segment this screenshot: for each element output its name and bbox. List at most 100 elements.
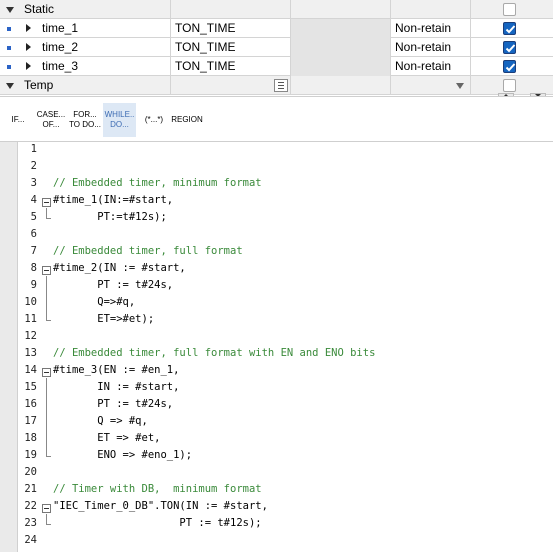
line-number: 23 — [24, 517, 37, 529]
variable-name[interactable]: time_2 — [42, 38, 167, 57]
variable-type[interactable]: TON_TIME — [175, 57, 287, 76]
code-line[interactable]: 9 PT := t#24s, — [18, 277, 553, 294]
scl-code-editor[interactable]: 1 2 3// Embedded timer, minimum format 4 #ti… — [0, 142, 553, 552]
line-number: 9 — [30, 279, 37, 291]
code-comment[interactable]: // Timer with DB, minimum format — [53, 481, 262, 498]
retain-checkbox-static[interactable] — [503, 3, 516, 16]
variable-retain[interactable]: Non-retain — [395, 57, 467, 76]
line-number: 16 — [24, 398, 37, 410]
line-number: 22 — [24, 500, 37, 512]
code-line[interactable]: 18 ET => #et, — [18, 430, 553, 447]
static-section-row[interactable]: Static — [0, 0, 553, 19]
line-number: 10 — [24, 296, 37, 308]
editor-gutter — [0, 142, 18, 552]
case-of-button[interactable]: CASE... OF... — [35, 103, 67, 137]
code-line[interactable]: 17 Q => #q, — [18, 413, 553, 430]
collapse-triangle-icon[interactable] — [6, 7, 14, 13]
code-line[interactable]: 16 PT := t#24s, — [18, 396, 553, 413]
code-text[interactable]: #time_1(IN:=#start, — [53, 192, 173, 209]
retain-checkbox-temp[interactable] — [503, 79, 516, 92]
code-text[interactable]: #time_3(EN := #en_1, — [53, 362, 179, 379]
code-text[interactable]: "IEC_Timer_0_DB".TON(IN := #start, — [53, 498, 268, 515]
comment-block-button[interactable]: (*...*) — [138, 103, 170, 137]
variable-default[interactable] — [291, 57, 390, 76]
code-line[interactable]: 11 ET=>#et); — [18, 311, 553, 328]
accessible-checkbox[interactable] — [503, 60, 516, 73]
code-comment[interactable]: // Embedded timer, minimum format — [53, 175, 262, 192]
code-line[interactable]: 8 #time_2(IN := #start, — [18, 260, 553, 277]
code-line[interactable]: 4 #time_1(IN:=#start, — [18, 192, 553, 209]
code-line[interactable]: 22 "IEC_Timer_0_DB".TON(IN := #start, — [18, 498, 553, 515]
code-text[interactable]: PT := t#12s); — [53, 515, 261, 532]
expand-triangle-icon[interactable] — [26, 24, 31, 32]
code-line[interactable]: 14 #time_3(EN := #en_1, — [18, 362, 553, 379]
line-number: 24 — [24, 534, 37, 546]
code-text[interactable]: ET => #et, — [53, 430, 160, 447]
table-row[interactable]: time_3 TON_TIME Non-retain — [0, 57, 553, 76]
code-text[interactable]: #time_2(IN := #start, — [53, 260, 186, 277]
section-label-temp: Temp — [24, 78, 54, 92]
line-number: 14 — [24, 364, 37, 376]
code-comment[interactable]: // Embedded timer, full format — [53, 243, 243, 260]
code-line[interactable]: 3 // Embedded timer, minimum format — [18, 175, 553, 192]
line-number: 21 — [24, 483, 37, 495]
code-text[interactable]: Q => #q, — [53, 413, 148, 430]
variable-default[interactable] — [291, 19, 390, 38]
line-number: 8 — [30, 262, 37, 274]
code-line[interactable]: 15 IN := #start, — [18, 379, 553, 396]
code-line[interactable]: 19 ENO => #eno_1); — [18, 447, 553, 464]
accessible-checkbox[interactable] — [503, 41, 516, 54]
code-line[interactable]: 21 // Timer with DB, minimum format — [18, 481, 553, 498]
code-comment[interactable]: // Embedded timer, full format with EN a… — [53, 345, 375, 362]
line-number: 4 — [30, 194, 37, 206]
line-number: 17 — [24, 415, 37, 427]
temp-section-row[interactable]: Temp — [0, 76, 553, 95]
code-line[interactable]: 1 — [18, 141, 553, 158]
line-number: 3 — [30, 177, 37, 189]
code-line[interactable]: 23 PT := t#12s); — [18, 515, 553, 532]
code-text[interactable]: IN := #start, — [53, 379, 179, 396]
table-row[interactable]: time_2 TON_TIME Non-retain — [0, 38, 553, 57]
code-line[interactable]: 10 Q=>#q, — [18, 294, 553, 311]
code-line[interactable]: 12 — [18, 328, 553, 345]
code-text[interactable]: PT:=t#12s); — [53, 209, 167, 226]
code-text[interactable]: PT := t#24s, — [53, 396, 173, 413]
code-text[interactable]: ET=>#et); — [53, 311, 154, 328]
variable-type[interactable]: TON_TIME — [175, 38, 287, 57]
code-text[interactable]: PT := t#24s, — [53, 277, 173, 294]
for-to-do-button[interactable]: FOR... TO DO... — [69, 103, 101, 137]
line-number: 13 — [24, 347, 37, 359]
table-row[interactable]: time_1 TON_TIME Non-retain — [0, 19, 553, 38]
variable-name[interactable]: time_1 — [42, 19, 167, 38]
if-button[interactable]: IF... — [4, 103, 32, 137]
while-do-button[interactable]: WHILE.. DO... — [103, 103, 136, 137]
code-line[interactable]: 5 PT:=t#12s); — [18, 209, 553, 226]
expand-triangle-icon[interactable] — [26, 43, 31, 51]
expand-triangle-icon[interactable] — [26, 62, 31, 70]
block-interface-table: Static time_1 TON_TIME Non-retain time_2… — [0, 0, 553, 99]
line-number: 7 — [30, 245, 37, 257]
code-text[interactable]: ENO => #eno_1); — [53, 447, 192, 464]
code-text[interactable]: Q=>#q, — [53, 294, 135, 311]
list-icon[interactable] — [274, 79, 288, 92]
code-line[interactable]: 20 — [18, 464, 553, 481]
code-line[interactable]: 13 // Embedded timer, full format with EN… — [18, 345, 553, 362]
collapse-triangle-icon[interactable] — [6, 83, 14, 89]
accessible-checkbox[interactable] — [503, 22, 516, 35]
variable-type[interactable]: TON_TIME — [175, 19, 287, 38]
dropdown-arrow-icon[interactable] — [452, 79, 468, 92]
variable-default[interactable] — [291, 38, 390, 57]
variable-marker-icon — [7, 65, 11, 69]
line-number: 11 — [24, 313, 37, 325]
code-line[interactable]: 7 // Embedded timer, full format — [18, 243, 553, 260]
region-button[interactable]: REGION — [171, 103, 203, 137]
line-number: 20 — [24, 466, 37, 478]
variable-retain[interactable]: Non-retain — [395, 38, 467, 57]
variable-marker-icon — [7, 27, 11, 31]
line-number: 19 — [24, 449, 37, 461]
variable-retain[interactable]: Non-retain — [395, 19, 467, 38]
code-line[interactable]: 6 — [18, 226, 553, 243]
code-line[interactable]: 24 — [18, 532, 553, 549]
code-line[interactable]: 2 — [18, 158, 553, 175]
variable-name[interactable]: time_3 — [42, 57, 167, 76]
